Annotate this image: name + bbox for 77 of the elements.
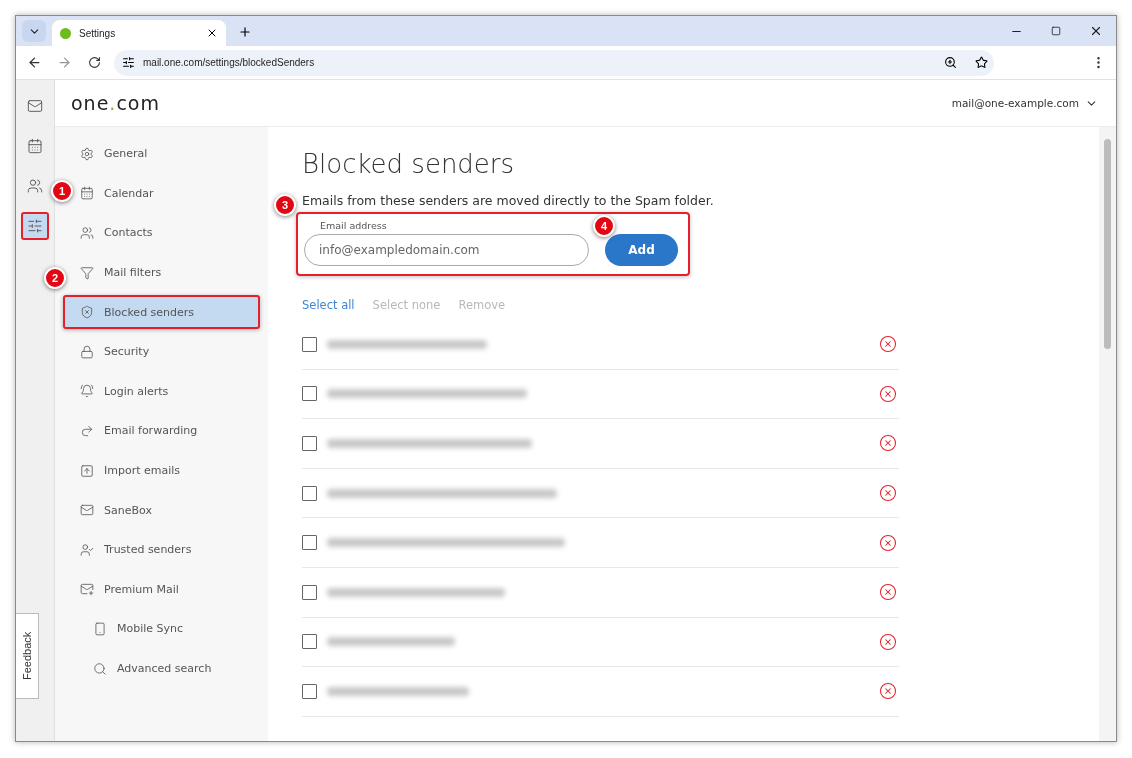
tab-title: Settings	[79, 27, 117, 39]
nav-item[interactable]: Email forwarding	[73, 413, 205, 448]
nav-item[interactable]: Calendar	[73, 176, 161, 211]
logo: one.com	[71, 92, 160, 114]
nav-item[interactable]: Contacts	[73, 216, 160, 250]
phone-icon	[93, 621, 107, 636]
reload-icon[interactable]	[87, 56, 101, 69]
funnel-icon	[80, 265, 94, 280]
lock-icon	[80, 344, 94, 359]
feedback-tab[interactable]: Feedback	[16, 613, 39, 699]
plus-icon[interactable]	[238, 25, 252, 39]
address-bar[interactable]: mail.one.com/settings/blockedSenders	[114, 49, 994, 76]
tab-list-button[interactable]	[22, 20, 46, 42]
close-tab-icon[interactable]	[206, 27, 218, 39]
gear-icon	[80, 146, 94, 161]
url-text: mail.one.com/settings/blockedSenders	[143, 57, 316, 68]
forward-arrow-icon[interactable]	[56, 55, 72, 70]
add-button[interactable]: Add	[605, 234, 678, 266]
bell-icon	[80, 384, 94, 399]
nav-item[interactable]: Import emails	[73, 453, 188, 488]
sliders-button[interactable]	[21, 212, 49, 240]
nav-item[interactable]: Blocked senders	[63, 295, 260, 330]
nav-item[interactable]: Premium Mail	[73, 572, 186, 607]
remove-icon[interactable]	[879, 384, 897, 403]
browser-tab[interactable]: Settings	[52, 20, 226, 46]
checkbox[interactable]	[302, 436, 317, 451]
nav-item[interactable]: Mobile Sync	[86, 611, 191, 646]
checkbox[interactable]	[302, 634, 317, 650]
action-link[interactable]: Select all	[302, 298, 355, 312]
site-info-icon[interactable]	[122, 56, 135, 69]
nav-item[interactable]: Security	[73, 334, 157, 369]
envelope-icon	[80, 503, 94, 518]
remove-icon[interactable]	[879, 434, 897, 453]
description: Emails from these senders are moved directly to the Spam folder.	[302, 193, 715, 208]
callout-badge: 4	[593, 215, 615, 237]
checkbox[interactable]	[302, 683, 317, 699]
field-label: Email address	[319, 220, 388, 231]
nav-item[interactable]: Login alerts	[73, 374, 176, 409]
close-icon[interactable]	[1089, 24, 1103, 38]
nav-item[interactable]: Trusted senders	[73, 532, 199, 567]
arrow-icon	[80, 423, 94, 438]
nav-item[interactable]: Advanced search	[86, 651, 219, 686]
calendar-icon	[80, 186, 94, 201]
scrollbar[interactable]	[1099, 127, 1116, 741]
nav-item[interactable]: Mail filters	[73, 255, 169, 290]
envelope-plus-icon	[80, 582, 94, 597]
nav-item[interactable]: SaneBox	[73, 493, 159, 528]
checkbox[interactable]	[302, 386, 317, 402]
people-icon	[80, 226, 94, 240]
favicon-icon	[60, 27, 71, 39]
nav-item[interactable]: General	[73, 136, 155, 171]
remove-icon[interactable]	[879, 682, 897, 701]
remove-icon[interactable]	[879, 533, 897, 552]
person-check-icon	[80, 542, 94, 557]
remove-icon[interactable]	[879, 335, 897, 354]
maximize-icon[interactable]	[1051, 26, 1061, 36]
upload-icon	[80, 463, 94, 478]
email-field[interactable]: info@exampledomain.com	[304, 234, 589, 266]
checkbox[interactable]	[302, 584, 317, 600]
back-arrow-icon[interactable]	[26, 55, 42, 70]
remove-icon[interactable]	[879, 484, 897, 503]
remove-icon[interactable]	[879, 583, 897, 602]
shield-icon	[80, 305, 94, 320]
zoom-icon[interactable]	[944, 56, 957, 69]
mail-icon	[27, 98, 43, 114]
calendar-icon	[27, 138, 43, 154]
contacts-icon	[27, 178, 43, 194]
callout-badge: 3	[274, 194, 296, 216]
checkbox[interactable]	[302, 336, 317, 352]
checkbox[interactable]	[302, 535, 317, 551]
sliders-icon	[27, 218, 43, 234]
page-title: Blocked senders	[302, 149, 516, 179]
checkbox[interactable]	[302, 485, 317, 501]
remove-icon[interactable]	[879, 632, 897, 651]
search-icon	[93, 661, 107, 676]
bookmark-star-icon[interactable]	[975, 56, 988, 69]
account-menu[interactable]: mail@one-example.com	[951, 96, 1098, 110]
